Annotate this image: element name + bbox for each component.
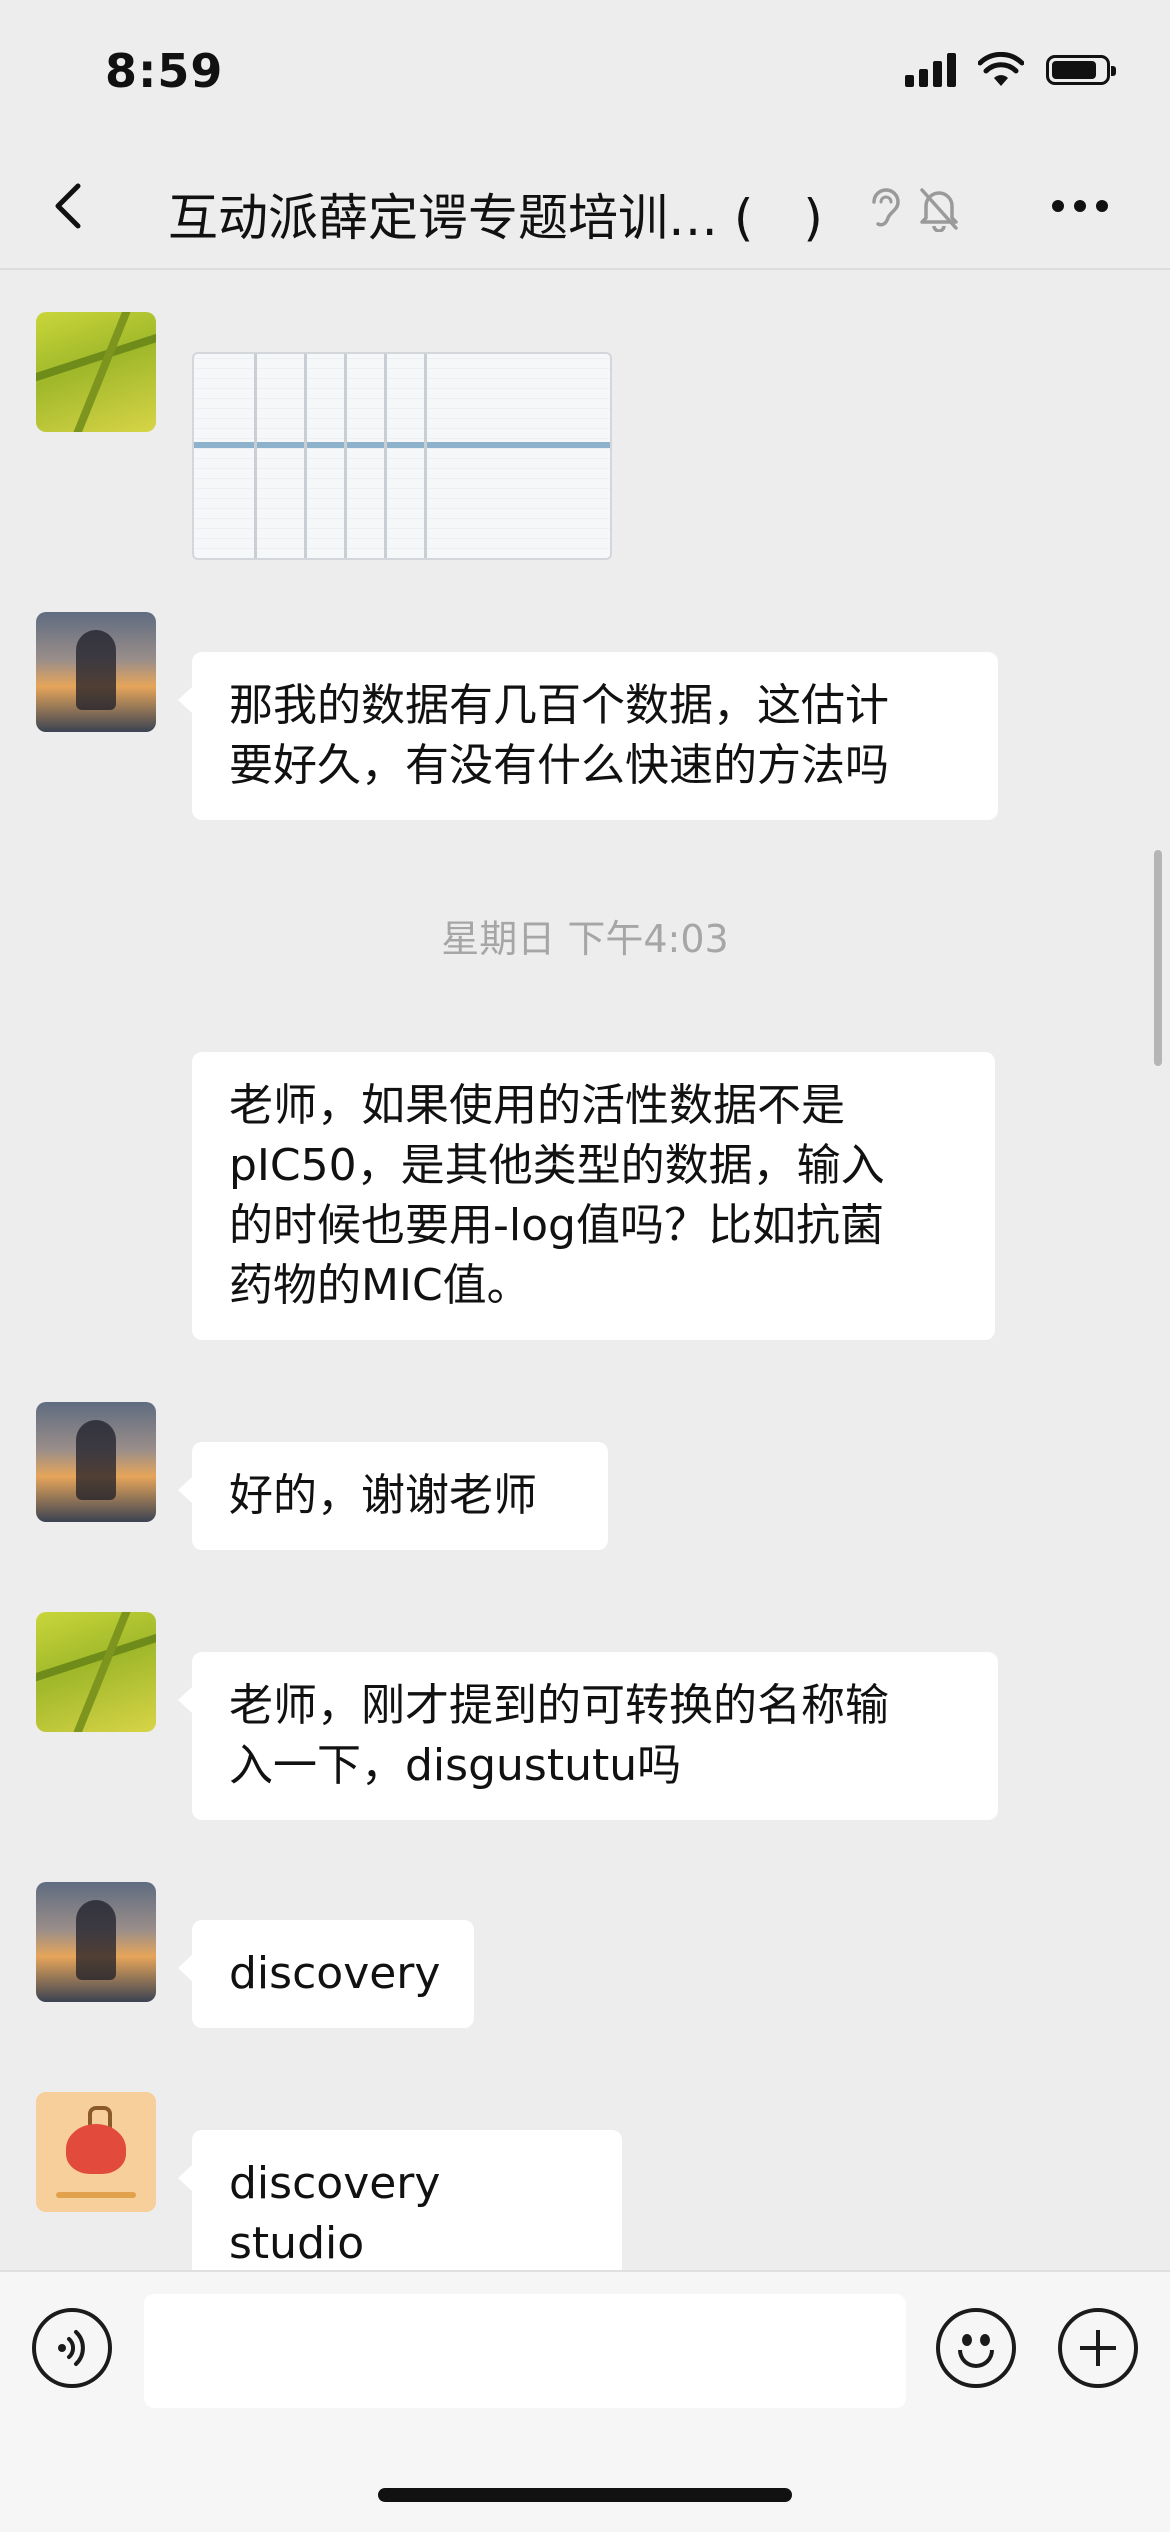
message-text: 要好久，有没有什么快速的方法吗 [229,740,889,791]
image-message[interactable] [192,352,612,560]
chat-title-text: 互动派薛定谔专题培训… ( [168,189,754,247]
chat-title[interactable]: 互动派薛定谔专题培训… () [168,178,823,250]
message-text: discovery [229,1948,441,1999]
message-text: 那我的数据有几百个数据，这估计 [229,680,889,731]
emoji-button[interactable] [936,2308,1016,2388]
message-timestamp: 星期日 下午4:03 [441,917,729,961]
message-text: 入一下，disgustutu吗 [229,1740,682,1791]
message-text: 老师，刚才提到的可转换的名称输 [229,1680,889,1731]
mute-bell-icon [920,188,958,232]
message-text: discovery studio [229,2158,441,2269]
ear-icon [872,188,900,227]
message-bubble[interactable]: 那我的数据有几百个数据，这估计 要好久，有没有什么快速的方法吗 [178,652,998,820]
message-bubble[interactable]: discovery [178,1920,474,2028]
chat-title-suffix: ) [803,189,823,247]
more-options-icon[interactable] [1052,200,1108,212]
status-time: 8:59 [105,44,224,98]
message-text: 好的，谢谢老师 [229,1470,537,1521]
voice-input-button[interactable] [32,2308,112,2388]
wifi-icon [978,52,1024,86]
message-bubble[interactable]: 老师，刚才提到的可转换的名称输 入一下，disgustutu吗 [178,1652,998,1820]
add-attachment-button[interactable] [1058,2308,1138,2388]
message-text: 老师，如果使用的活性数据不是 [229,1080,845,1131]
nav-bar: 互动派薛定谔专题培训… () [0,150,1170,270]
message-text: pIC50，是其他类型的数据，输入 [229,1140,885,1191]
cellular-signal-icon [905,53,956,87]
home-indicator[interactable] [378,2488,792,2502]
back-chevron-icon[interactable] [40,176,100,236]
avatar[interactable] [36,2092,156,2212]
message-text: 药物的MIC值。 [229,1260,531,1311]
message-text: 的时候也要用-log值吗？比如抗菌 [229,1200,884,1251]
voice-wave-icon [58,2330,85,2366]
avatar[interactable] [36,612,156,732]
avatar[interactable] [36,1402,156,1522]
status-bar: 8:59 [0,0,1170,150]
scrollbar[interactable] [1154,850,1162,1066]
avatar[interactable] [36,1882,156,2002]
battery-icon [1046,55,1116,85]
message-bubble[interactable]: 好的，谢谢老师 [178,1442,608,1550]
message-input[interactable] [144,2294,906,2408]
status-icons [905,52,1116,88]
avatar[interactable] [36,1612,156,1732]
message-bubble[interactable]: 老师，如果使用的活性数据不是 pIC50，是其他类型的数据，输入 的时候也要用-… [192,1052,995,1340]
avatar[interactable] [36,312,156,432]
